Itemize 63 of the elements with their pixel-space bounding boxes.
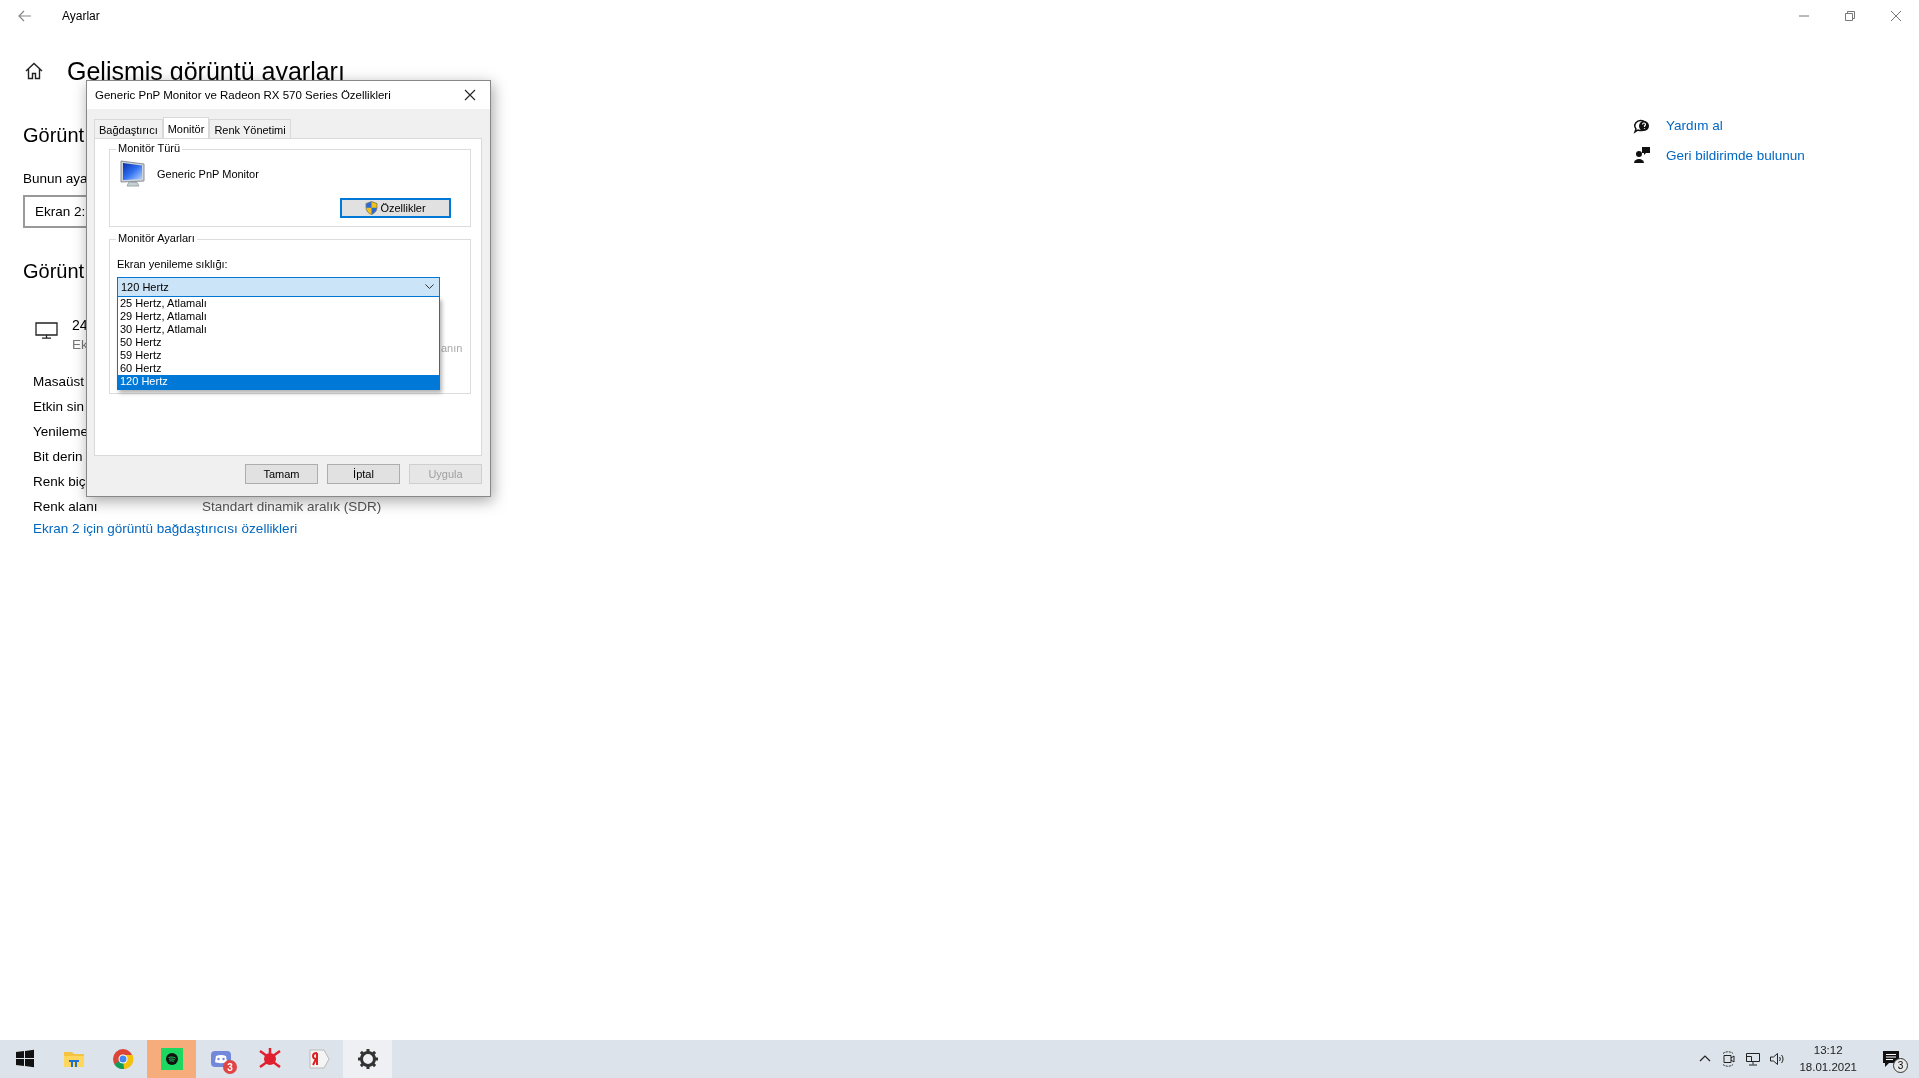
adapter-properties-link[interactable]: Ekran 2 için görüntü bağdaştırıcısı özellikleri bbox=[33, 521, 298, 536]
close-icon bbox=[1891, 11, 1901, 21]
monitor-icon bbox=[118, 160, 145, 188]
star-burst-icon bbox=[257, 1047, 282, 1071]
dropdown-option[interactable]: 120 Hertz bbox=[118, 375, 439, 389]
help-link[interactable]: Geri bildirimde bulunun bbox=[1666, 147, 1805, 163]
info-label: Bit derin bbox=[33, 449, 83, 464]
dialog-tab[interactable]: Bağdaştırıcı bbox=[94, 119, 163, 138]
dropdown-option[interactable]: 60 Hertz bbox=[118, 362, 439, 375]
letter-tag-icon bbox=[306, 1047, 331, 1071]
feedback-person-icon bbox=[1633, 146, 1651, 164]
close-icon bbox=[464, 89, 476, 101]
music-app-icon bbox=[159, 1047, 184, 1071]
partial-text: anın bbox=[441, 342, 463, 354]
shield-icon bbox=[365, 201, 379, 215]
monitor-name: Generic PnP Monitor bbox=[157, 168, 259, 180]
help-link[interactable]: Yardım al bbox=[1666, 117, 1723, 133]
clock-time: 13:12 bbox=[1813, 1043, 1843, 1058]
restore-icon bbox=[1845, 11, 1855, 21]
round-browser-icon bbox=[110, 1047, 135, 1071]
monitor-icon bbox=[35, 322, 58, 339]
field-label: Ekran yenileme sıklığı: bbox=[117, 258, 228, 270]
dropdown-option[interactable]: 25 Hertz, Atlamalı bbox=[118, 297, 439, 310]
dialog-button[interactable]: İptal bbox=[327, 464, 400, 484]
refresh-rate-dropdown[interactable]: 120 Hertz bbox=[117, 277, 440, 297]
taskbar-button[interactable] bbox=[147, 1040, 196, 1078]
info-label: Yenileme bbox=[33, 424, 89, 439]
home-icon[interactable] bbox=[25, 62, 43, 80]
taskbar-button[interactable] bbox=[343, 1040, 392, 1078]
info-label: Renk biç bbox=[33, 474, 86, 489]
dropdown-option[interactable]: 30 Hertz, Atlamalı bbox=[118, 323, 439, 336]
dialog-button[interactable]: Tamam bbox=[245, 464, 318, 484]
chevron-down-icon bbox=[425, 284, 434, 290]
field-label: Bunun aya bbox=[23, 171, 88, 186]
group-legend: Monitör Ayarları bbox=[116, 232, 197, 244]
clock-date: 18.01.2021 bbox=[1799, 1060, 1857, 1075]
speaker-icon[interactable] bbox=[1769, 1051, 1786, 1067]
notifications-button[interactable]: 3 bbox=[1871, 1040, 1911, 1078]
notification-count: 3 bbox=[1893, 1058, 1908, 1073]
section-heading: Görünt bbox=[23, 124, 85, 147]
dialog-tab[interactable]: Monitör bbox=[162, 117, 210, 139]
properties-button[interactable]: Özellikler bbox=[340, 198, 451, 218]
camera-icon[interactable] bbox=[1721, 1051, 1738, 1067]
taskbar-button[interactable]: 3 bbox=[196, 1040, 245, 1078]
clock[interactable]: 13:12 18.01.2021 bbox=[1799, 1042, 1857, 1076]
info-label: Etkin sin bbox=[33, 399, 85, 414]
notification-badge: 3 bbox=[223, 1060, 237, 1074]
dropdown-option[interactable]: 50 Hertz bbox=[118, 336, 439, 349]
settings-icon bbox=[355, 1047, 380, 1071]
info-label: Masaüst bbox=[33, 374, 85, 389]
dropdown-option[interactable]: 29 Hertz, Atlamalı bbox=[118, 310, 439, 323]
section-heading: Görünt bbox=[23, 260, 85, 283]
dialog-title: Generic PnP Monitor ve Radeon RX 570 Series Özellikleri bbox=[95, 89, 391, 101]
window-title: Ayarlar bbox=[62, 9, 100, 23]
page-title: Gelişmiş görüntü ayarları bbox=[67, 56, 345, 86]
info-value: Standart dinamik aralık (SDR) bbox=[202, 499, 382, 514]
group-legend: Monitör Türü bbox=[116, 142, 183, 154]
dialog-tab[interactable]: Renk Yönetimi bbox=[209, 119, 291, 138]
dropdown-option[interactable]: 59 Hertz bbox=[118, 349, 439, 362]
display-name: 24 bbox=[72, 317, 88, 333]
back-arrow-icon[interactable] bbox=[18, 10, 32, 22]
network-icon[interactable] bbox=[1745, 1051, 1762, 1067]
info-label: Renk alanı bbox=[33, 499, 98, 514]
